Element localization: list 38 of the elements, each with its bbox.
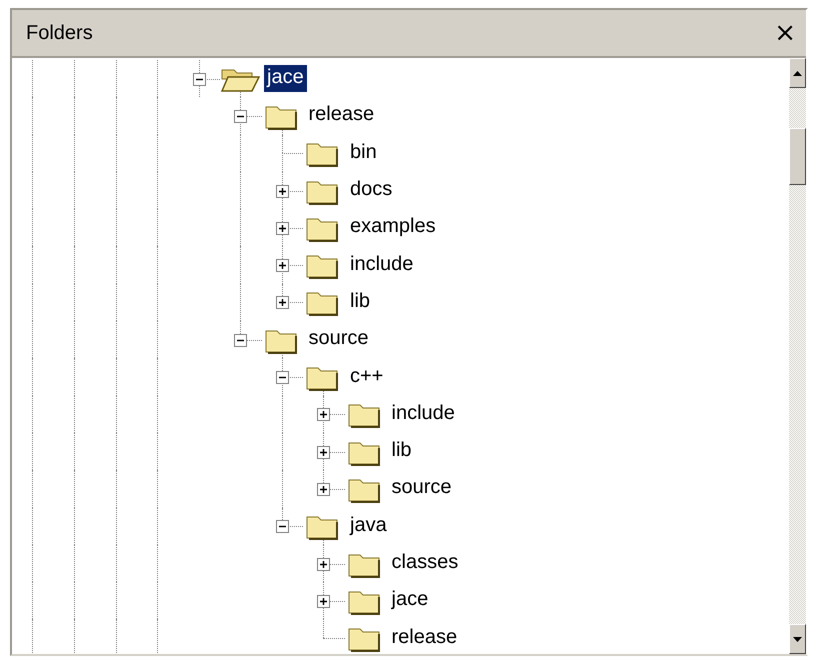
folder-label[interactable]: release — [388, 624, 460, 652]
expand-toggle[interactable] — [276, 184, 288, 198]
folder-label[interactable]: release — [306, 102, 378, 130]
folder-label[interactable]: docs — [347, 177, 396, 204]
collapse-toggle[interactable] — [234, 334, 247, 347]
expand-toggle[interactable] — [276, 259, 288, 272]
collapse-toggle[interactable] — [276, 520, 288, 534]
folder-label[interactable]: bin — [347, 140, 380, 167]
expand-toggle[interactable] — [317, 594, 330, 608]
down-arrow-icon — [793, 636, 802, 642]
expand-toggle[interactable] — [317, 558, 330, 570]
scroll-down-button[interactable] — [789, 624, 806, 654]
folder-label[interactable]: lib — [388, 438, 415, 466]
collapse-toggle[interactable] — [276, 371, 288, 384]
scroll-up-button[interactable] — [789, 58, 806, 88]
folder-label[interactable]: jace — [264, 65, 307, 92]
up-arrow-icon — [793, 70, 802, 76]
expand-toggle[interactable] — [276, 296, 288, 310]
folder-label[interactable]: java — [347, 512, 390, 540]
folder-label[interactable]: classes — [388, 550, 462, 577]
collapse-toggle[interactable] — [234, 110, 247, 123]
expand-toggle[interactable] — [276, 222, 288, 235]
folder-label[interactable]: include — [388, 400, 458, 428]
folder-label[interactable]: jace — [388, 587, 432, 614]
folder-label[interactable]: examples — [347, 214, 439, 242]
folder-label[interactable]: source — [306, 326, 372, 354]
collapse-toggle[interactable] — [192, 72, 206, 86]
folder-label[interactable]: lib — [347, 288, 374, 316]
expand-toggle[interactable] — [317, 408, 330, 422]
vertical-scrollbar[interactable] — [789, 58, 806, 654]
folder-label[interactable]: include — [347, 252, 416, 279]
close-button[interactable]: × — [772, 20, 798, 46]
expand-toggle[interactable] — [317, 482, 330, 496]
panel-title: Folders — [26, 22, 93, 44]
folder-label[interactable]: c++ — [347, 364, 386, 391]
folder-label[interactable]: source — [388, 475, 455, 502]
scroll-thumb[interactable] — [789, 128, 806, 185]
expand-toggle[interactable] — [317, 446, 330, 459]
